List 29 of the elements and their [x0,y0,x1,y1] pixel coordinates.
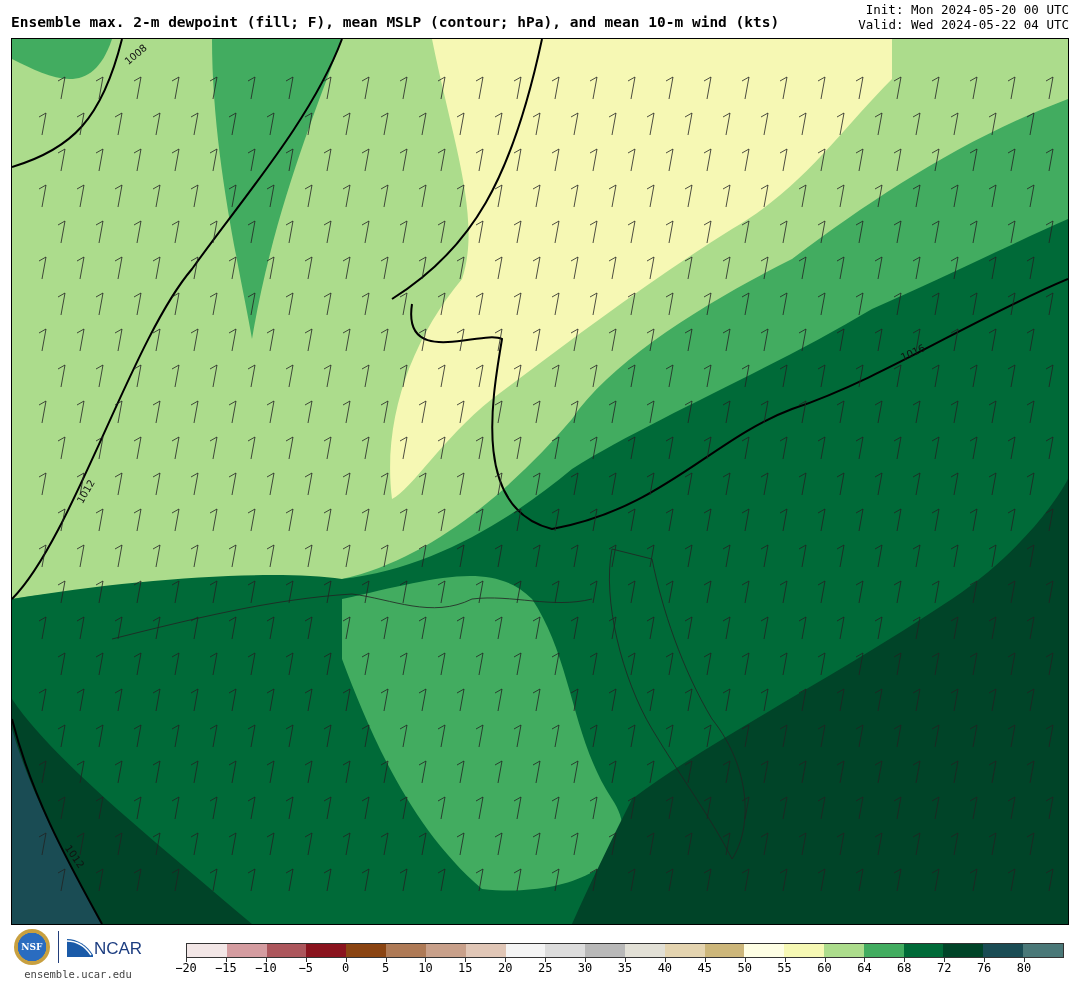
valid-time: Valid: Wed 2024-05-22 04 UTC [858,17,1069,32]
tick-label: 35 [617,962,633,975]
plot-title: Ensemble max. 2-m dewpoint (fill; F), mean MSLP (contour; hPa), and mean 10-m wind (kts) [11,14,780,32]
site-url: ensemble.ucar.edu [24,968,132,980]
tick-label: 40 [657,962,673,975]
tick-label: 45 [697,962,712,975]
tick-label: 25 [537,962,553,975]
init-time: Init: Mon 2024-05-20 00 UTC [865,2,1069,17]
tick-label: 55 [777,962,792,975]
nsf-logo: NSF [13,929,50,965]
tick-label: 76 [976,962,992,975]
tick-label: 68 [897,962,912,975]
tick-label: 20 [498,962,513,975]
tick-label: −20 [175,962,197,975]
tick-label: 10 [418,962,433,975]
tick-label: −15 [215,962,237,975]
tick-label: 64 [857,962,872,975]
tick-label: 5 [381,962,390,975]
ncar-logo: NCAR [66,937,143,957]
tick-label: 50 [737,962,752,975]
tick-label: 0 [342,962,350,975]
contour-label: 1016 [898,342,927,363]
tick-label: 80 [1016,962,1032,975]
tick-label: 72 [937,962,952,975]
tick-label: −10 [254,962,277,975]
tick-label: 30 [577,962,593,975]
tick-label: 60 [817,962,832,975]
tick-label: 15 [458,962,473,975]
tick-label: −5 [298,962,313,975]
